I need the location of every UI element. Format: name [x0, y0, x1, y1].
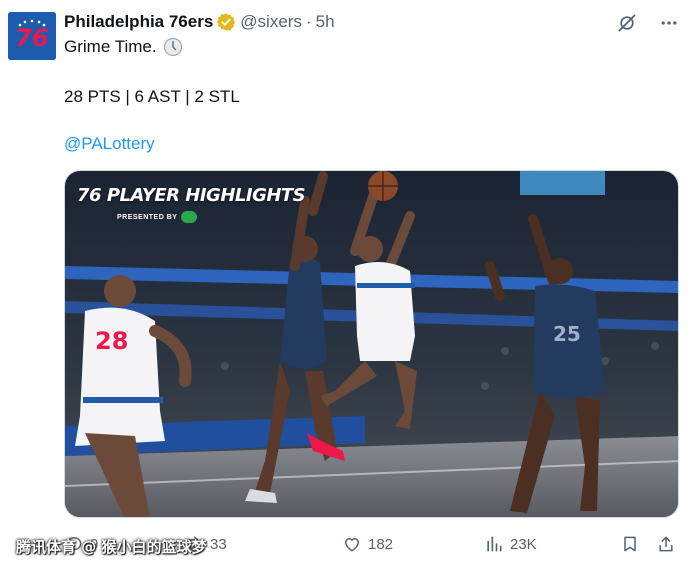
video-media[interactable]: 28 25 76 PLAYER HIGHLIGHTS PRESENTED BY	[64, 170, 679, 518]
like-icon	[345, 538, 359, 552]
highlight-video-frame: 28 25	[65, 171, 678, 517]
tweet-caption: Grime Time.	[64, 37, 157, 56]
account-handle[interactable]: @sixers	[240, 12, 302, 32]
grok-button[interactable]	[616, 12, 638, 34]
like-count: 182	[368, 535, 394, 553]
share-icon	[659, 536, 673, 552]
action-bar: 9 33 182 23K	[64, 530, 680, 558]
separator-dot: ·	[305, 12, 312, 31]
presented-by-label: PRESENTED BY	[117, 213, 178, 221]
views-icon	[487, 536, 502, 552]
grok-icon	[618, 14, 636, 32]
share-button[interactable]	[656, 530, 676, 558]
tweet-stat-line: 28 PTS | 6 AST | 2 STL	[64, 87, 240, 106]
jersey-number-left: 28	[95, 327, 128, 355]
sixers-logo-icon: 76	[8, 12, 56, 60]
bookmark-button[interactable]	[620, 530, 640, 558]
clock-emoji-icon	[163, 37, 182, 57]
more-icon	[661, 21, 677, 25]
tweet-card[interactable]: 76 Philadelphia 76ers @sixers · 5h Grime…	[0, 0, 700, 572]
svg-text:76: 76	[15, 24, 48, 52]
tweet-text-line-1: Grime Time.	[64, 37, 183, 57]
mention-link[interactable]: @PALottery	[64, 134, 155, 154]
verified-badge-icon	[217, 13, 236, 31]
reply-icon	[66, 537, 82, 553]
account-name[interactable]: Philadelphia 76ers	[64, 12, 213, 32]
views-button[interactable]: 23K	[484, 530, 537, 558]
timestamp[interactable]: 5h	[316, 12, 335, 32]
more-button[interactable]	[658, 12, 680, 34]
sponsor-logo-icon	[181, 211, 198, 223]
jersey-number-right: 25	[553, 322, 581, 346]
like-button[interactable]: 182	[342, 530, 393, 558]
video-overlay-sponsor: PRESENTED BY	[117, 211, 198, 223]
reply-button[interactable]: 9	[64, 530, 98, 558]
view-count: 23K	[510, 535, 537, 553]
video-overlay-title: 76 PLAYER HIGHLIGHTS	[77, 185, 306, 206]
repost-icon	[187, 536, 201, 552]
reply-count: 9	[90, 535, 99, 553]
repost-button[interactable]: 33	[184, 530, 227, 558]
avatar[interactable]: 76	[8, 12, 56, 60]
repost-count: 33	[210, 535, 227, 553]
tweet-header: Philadelphia 76ers @sixers · 5h	[64, 10, 335, 34]
header-actions	[616, 12, 680, 34]
bookmark-icon	[624, 536, 636, 552]
